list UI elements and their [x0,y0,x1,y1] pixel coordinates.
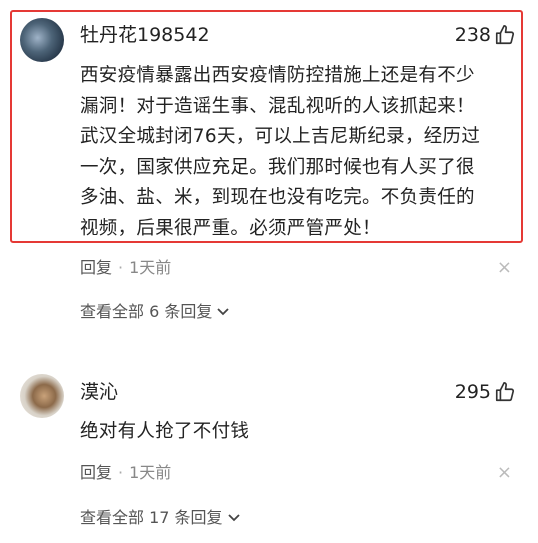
chevron-down-icon [217,308,229,316]
view-all-replies-button[interactable]: 查看全部 6 条回复 [80,301,230,323]
avatar[interactable] [20,18,64,62]
close-icon[interactable]: × [497,462,512,484]
view-all-label: 查看全部 17 条回复 [80,508,223,527]
comment-line: 漏洞！对于造谣生事、混乱视听的人该抓起来！ [80,95,475,117]
comment-line: 绝对有人抢了不付钱 [80,421,250,442]
comment-line: 视频，后果很严重。必须严管严处！ [80,217,381,239]
like-button[interactable]: 238 [455,22,516,48]
comment-line: 一次，国家供应充足。我们那时候也有人买了很 [80,156,475,178]
timestamp: 1天前 [129,463,172,482]
reply-button[interactable]: 回复 [80,257,112,279]
comment-line: 多油、盐、米，到现在也没有吃完。不负责任的 [80,187,475,208]
comment-text: 西安疫情暴露出西安疫情防控措施上还是有不少 漏洞！对于造谣生事、混乱视听的人该抓… [80,61,510,244]
thumbs-up-icon [495,382,515,402]
chevron-down-icon [227,514,240,522]
separator-dot: · [118,463,124,482]
username[interactable]: 牡丹花198542 [80,22,210,48]
timestamp: 1天前 [129,258,172,277]
like-count: 295 [454,381,491,403]
comment-meta: 回复 · 1天前 [80,462,171,484]
separator-dot: · [118,258,124,277]
avatar[interactable] [20,374,64,418]
view-all-replies-button[interactable]: 查看全部 17 条回复 [80,507,241,529]
reply-button[interactable]: 回复 [80,462,112,484]
comment-line: 西安疫情暴露出西安疫情防控措施上还是有不少 [80,65,475,86]
comment-text: 绝对有人抢了不付钱 [80,417,510,448]
like-count: 238 [454,24,491,46]
close-icon[interactable]: × [497,257,512,279]
view-all-label: 查看全部 6 条回复 [80,302,213,321]
comment-line: 武汉全城封闭76天，可以上吉尼斯纪录，经历过 [80,126,481,147]
username[interactable]: 漠沁 [80,379,118,405]
like-button[interactable]: 295 [455,379,516,405]
thumbs-up-icon [495,25,515,45]
comment-meta: 回复 · 1天前 [80,257,171,279]
